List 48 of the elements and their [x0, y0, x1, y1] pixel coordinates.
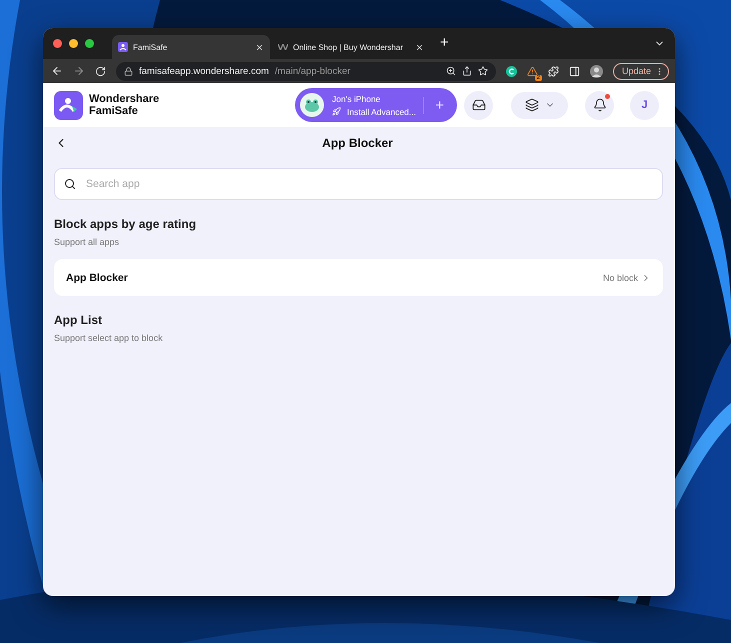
star-icon [478, 66, 488, 76]
layers-icon [524, 98, 538, 112]
extension-icon[interactable] [506, 66, 517, 76]
new-tab-button[interactable]: + [440, 34, 449, 50]
search-icon [64, 178, 76, 190]
back-icon [51, 65, 63, 77]
section-subtitle: Support select app to block [54, 333, 164, 343]
setting-row[interactable]: App Blocker No block [54, 259, 663, 296]
inbox-icon [472, 98, 486, 112]
wave-icon [278, 44, 288, 50]
browser-tab[interactable]: FamiSafe [112, 35, 270, 59]
app-icon [118, 42, 128, 52]
inbox-button[interactable] [464, 90, 493, 120]
close-icon [255, 42, 264, 52]
section-title: Block apps by age rating [54, 217, 198, 231]
layers-button[interactable] [511, 92, 568, 118]
user-avatar[interactable]: J [630, 90, 659, 120]
address-bar[interactable]: famisafeapp.wondershare.com /main/app-blocker [116, 62, 496, 80]
brand-name: Wondershare [89, 93, 160, 105]
close-window-button[interactable] [53, 39, 62, 48]
profile-avatar[interactable] [590, 64, 603, 78]
section-subtitle: Support all apps [54, 237, 120, 247]
section-title: App List [54, 313, 103, 327]
logo-icon [54, 90, 83, 120]
search-field[interactable]: Search app [54, 168, 663, 200]
zoom-icon [446, 66, 456, 76]
maximize-window-button[interactable] [85, 39, 94, 48]
brand-name: FamiSafe [89, 105, 139, 117]
notification-button[interactable] [585, 90, 614, 120]
install-link[interactable]: Install Advanced... [347, 106, 416, 116]
lock-icon [124, 66, 133, 76]
warning-icon [526, 66, 538, 76]
device-name: Jon's iPhone [332, 94, 382, 104]
share-icon [462, 66, 472, 76]
close-icon [415, 42, 424, 52]
reload-icon [95, 66, 106, 76]
minimize-window-button[interactable] [69, 39, 78, 48]
add-device-button[interactable]: + [423, 96, 452, 114]
side-panel-icon [568, 66, 580, 76]
device-switcher[interactable]: Jon's iPhone Install Advanced... + [295, 88, 457, 122]
puzzle-icon [548, 66, 559, 76]
browser-tab[interactable]: Online Shop | Buy Wondershar [272, 35, 430, 59]
rocket-icon [332, 107, 341, 116]
forward-icon [73, 65, 85, 77]
page-title: App Blocker [321, 136, 394, 150]
device-avatar [300, 93, 324, 117]
update-button[interactable]: Update [612, 62, 669, 80]
bell-icon [592, 98, 606, 112]
